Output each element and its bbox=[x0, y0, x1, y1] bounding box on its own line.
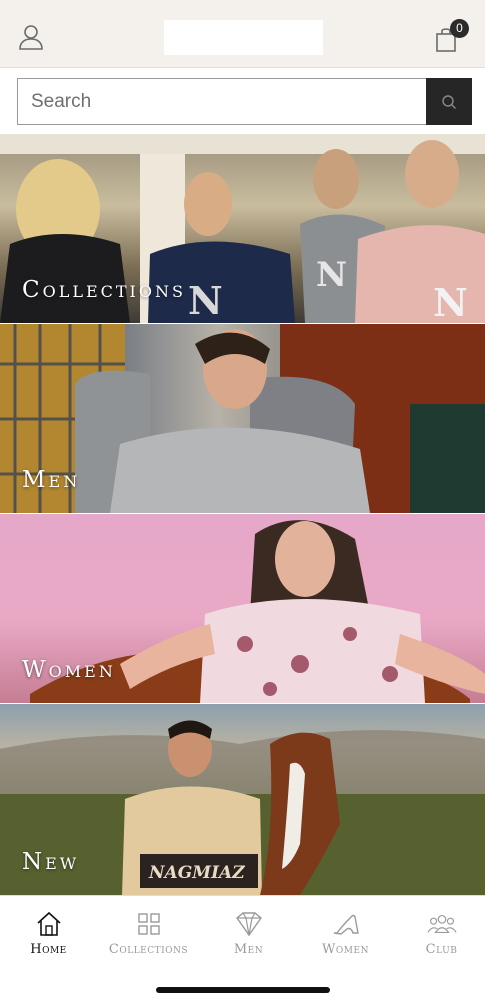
nav-label: Collections bbox=[108, 942, 189, 957]
svg-text:NAGMIAZ: NAGMIAZ bbox=[148, 863, 245, 883]
banner-label: Women bbox=[22, 657, 116, 683]
nav-label: Home bbox=[30, 942, 67, 957]
home-indicator[interactable] bbox=[156, 987, 330, 993]
men-banner[interactable]: Men bbox=[0, 324, 485, 513]
user-icon bbox=[19, 25, 43, 50]
svg-text:N: N bbox=[433, 280, 468, 323]
banner-label: New bbox=[22, 849, 80, 875]
women-banner[interactable]: Women bbox=[0, 514, 485, 703]
group-icon bbox=[426, 914, 457, 934]
svg-text:N: N bbox=[188, 278, 223, 323]
profile-button[interactable] bbox=[14, 20, 48, 54]
svg-text:N: N bbox=[316, 255, 347, 295]
cart-button[interactable]: 0 bbox=[430, 18, 470, 58]
search-icon bbox=[442, 94, 456, 109]
nav-men[interactable]: Men bbox=[200, 910, 297, 962]
app-header: 0 bbox=[0, 0, 485, 68]
nav-label: Women bbox=[322, 942, 369, 957]
diamond-shirt-icon bbox=[235, 912, 262, 937]
nav-women[interactable]: Women bbox=[297, 910, 394, 962]
grid-icon bbox=[137, 913, 160, 935]
brand-logo[interactable] bbox=[164, 20, 323, 55]
banner-label: Collections bbox=[22, 277, 186, 303]
search-button[interactable] bbox=[426, 78, 472, 125]
nav-label: Club bbox=[425, 942, 458, 957]
home-icon bbox=[36, 911, 61, 936]
new-banner[interactable]: NAGMIAZ New bbox=[0, 704, 485, 895]
banner-label: Men bbox=[22, 467, 81, 493]
nav-collections[interactable]: Collections bbox=[100, 910, 197, 962]
high-heel-icon bbox=[333, 914, 359, 935]
nav-club[interactable]: Club bbox=[393, 910, 485, 962]
nav-label: Men bbox=[233, 942, 264, 957]
search-bar bbox=[0, 68, 485, 134]
nav-home[interactable]: Home bbox=[0, 910, 97, 962]
search-input[interactable] bbox=[17, 78, 426, 125]
cart-count-badge: 0 bbox=[450, 19, 469, 38]
collections-banner[interactable]: N N N Collections bbox=[0, 134, 485, 323]
